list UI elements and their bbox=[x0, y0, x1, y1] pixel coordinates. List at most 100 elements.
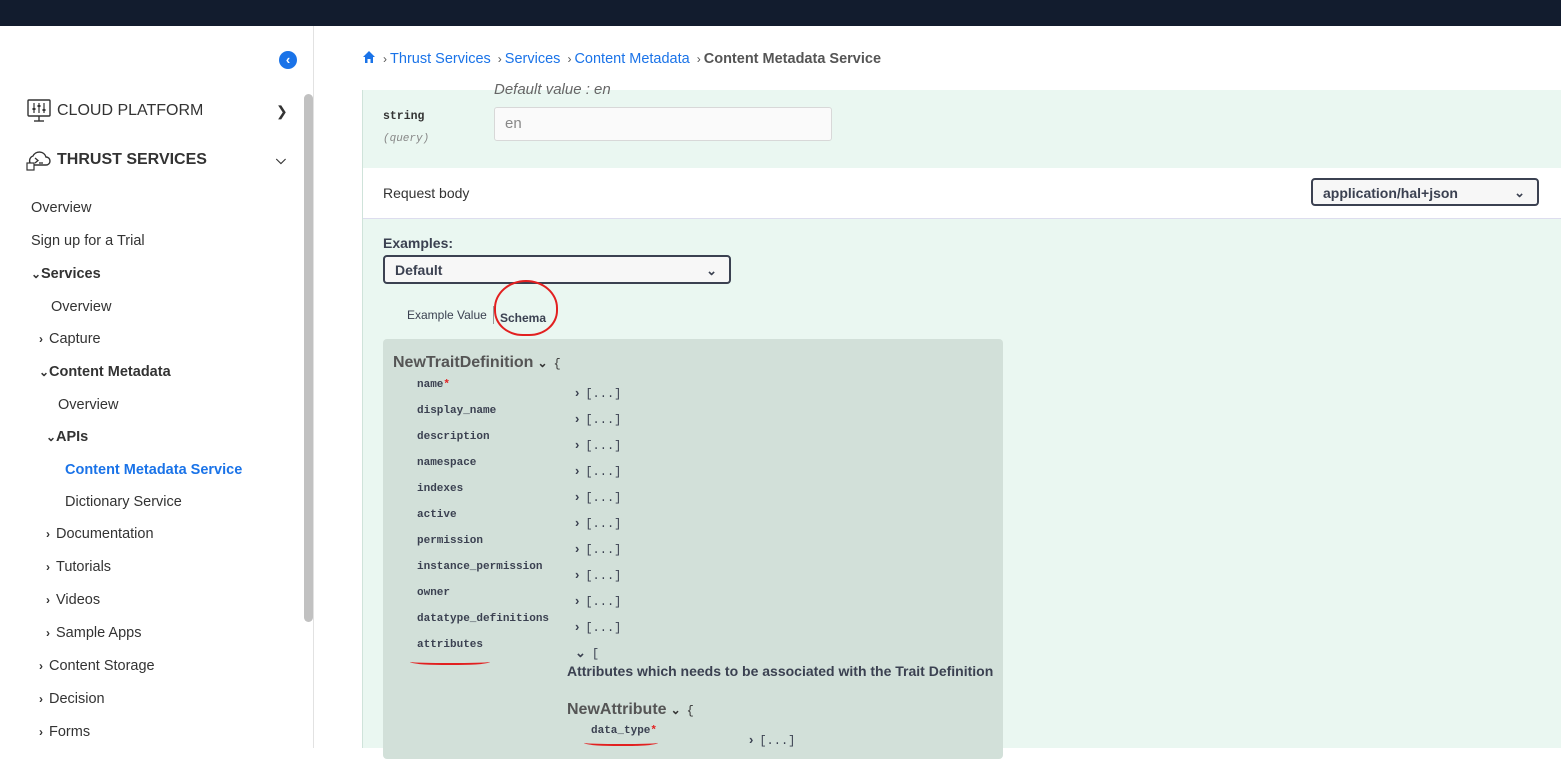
top-bar bbox=[0, 0, 1561, 26]
chevron-right-icon: › bbox=[46, 560, 50, 574]
sidebar-item-sample-apps[interactable]: › Sample Apps bbox=[46, 625, 141, 641]
breadcrumb-link[interactable]: Services bbox=[505, 51, 561, 67]
prop-name: instance_permission bbox=[417, 561, 543, 573]
tab-example-value[interactable]: Example Value bbox=[407, 308, 487, 322]
sidebar-item-cm-overview[interactable]: Overview bbox=[58, 397, 118, 413]
chevron-right-icon: › bbox=[39, 692, 43, 706]
chevron-right-icon: › bbox=[46, 527, 50, 541]
param-input[interactable]: en bbox=[494, 107, 832, 141]
prop-name: attributes bbox=[417, 639, 484, 651]
chevron-right-icon: › bbox=[575, 593, 580, 608]
chevron-right-icon: › bbox=[39, 332, 43, 346]
chevron-right-icon: › bbox=[39, 725, 43, 739]
breadcrumb-link[interactable]: Content Metadata bbox=[574, 51, 689, 67]
prop-name: active bbox=[417, 509, 457, 521]
sidebar-item-services-overview[interactable]: Overview bbox=[51, 299, 111, 315]
sidebar-item-content-storage[interactable]: › Content Storage bbox=[39, 658, 155, 674]
chevron-down-icon: ⌵ bbox=[276, 152, 286, 167]
request-body-label: Request body bbox=[383, 185, 470, 201]
prop-name: display_name bbox=[417, 405, 497, 417]
sub-prop-value[interactable]: › [...] bbox=[749, 732, 795, 748]
chevron-right-icon: › bbox=[575, 437, 580, 452]
chevron-right-icon: › bbox=[575, 619, 580, 634]
open-brace: { bbox=[553, 357, 561, 371]
schema-model-box: NewTraitDefinition ⌄ { name* › [...] displa… bbox=[383, 339, 1003, 759]
sidebar-item-videos[interactable]: › Videos bbox=[46, 592, 100, 608]
sidebar-section-label: CLOUD PLATFORM bbox=[57, 102, 204, 119]
sidebar-item-overview[interactable]: Overview bbox=[31, 200, 91, 216]
prop-name: namespace bbox=[417, 457, 477, 469]
chevron-down-icon: ⌄ bbox=[1514, 185, 1525, 200]
model-name: NewTraitDefinition bbox=[393, 354, 534, 371]
chevron-right-icon: › bbox=[575, 385, 580, 400]
sidebar-item-label: Services bbox=[41, 266, 101, 282]
chevron-right-icon: › bbox=[575, 567, 580, 582]
prop-value[interactable]: › [...] bbox=[575, 541, 621, 557]
breadcrumb: › Thrust Services › Services › Content Meta… bbox=[362, 50, 881, 67]
sidebar-item-apis[interactable]: ⌄APIs bbox=[46, 429, 88, 445]
sidebar-item-tutorials[interactable]: › Tutorials bbox=[46, 559, 111, 575]
sidebar-item-documentation[interactable]: › Documentation bbox=[46, 526, 154, 542]
sidebar-item-label: Tutorials bbox=[56, 559, 112, 575]
examples-select[interactable]: Default ⌄ bbox=[383, 255, 731, 284]
sidebar-item-content-metadata-service[interactable]: Content Metadata Service bbox=[65, 462, 242, 478]
chevron-right-icon: › bbox=[575, 541, 580, 556]
content-type-select[interactable]: application/hal+json ⌄ bbox=[1311, 178, 1539, 206]
attributes-description: Attributes which needs to be associated … bbox=[567, 663, 994, 679]
sidebar-item-services[interactable]: ⌄Services bbox=[31, 266, 101, 282]
prop-name: indexes bbox=[417, 483, 464, 495]
chevron-down-icon: ⌄ bbox=[31, 267, 42, 281]
prop-value[interactable]: › [...] bbox=[575, 515, 621, 531]
sub-model-title[interactable]: NewAttribute ⌄ { bbox=[567, 701, 694, 719]
operation-panel: string (query) Default value : en en Req… bbox=[362, 81, 1561, 759]
sidebar-item-label: Sample Apps bbox=[56, 625, 142, 641]
sidebar-section-cloud-platform[interactable]: CLOUD PLATFORM ❯ bbox=[26, 99, 288, 123]
breadcrumb-current: Content Metadata Service bbox=[703, 51, 882, 67]
sidebar-item-label: Content Metadata bbox=[49, 364, 171, 380]
collapse-sidebar-button[interactable]: ‹ bbox=[279, 51, 297, 69]
home-icon[interactable] bbox=[362, 50, 376, 64]
chevron-down-icon: ⌄ bbox=[46, 430, 57, 444]
prop-value[interactable]: › [...] bbox=[575, 437, 621, 453]
sidebar-item-label: Videos bbox=[56, 592, 101, 608]
sidebar-item-forms[interactable]: › Forms bbox=[39, 724, 90, 740]
sidebar-section-thrust-services[interactable]: THRUST SERVICES ⌵ bbox=[26, 148, 286, 172]
prop-value[interactable]: › [...] bbox=[575, 567, 621, 583]
prop-value[interactable]: › [...] bbox=[575, 385, 621, 401]
prop-name: name* bbox=[417, 379, 451, 391]
prop-value[interactable]: › [...] bbox=[575, 489, 621, 505]
sidebar-section-label: THRUST SERVICES bbox=[57, 151, 207, 168]
chevron-right-icon: › bbox=[575, 489, 580, 504]
prop-name: permission bbox=[417, 535, 484, 547]
red-underline-annotation bbox=[410, 657, 490, 665]
prop-name: owner bbox=[417, 587, 451, 599]
prop-value[interactable]: › [...] bbox=[575, 463, 621, 479]
prop-value[interactable]: › [...] bbox=[575, 593, 621, 609]
chevron-down-icon: ⌄ bbox=[706, 263, 717, 278]
prop-value-expanded[interactable]: ⌄[ bbox=[575, 645, 599, 661]
sidebar-item-label: Documentation bbox=[56, 526, 154, 542]
content-type-value: application/hal+json bbox=[1323, 185, 1458, 201]
request-body-header: Request body application/hal+json ⌄ bbox=[363, 168, 1561, 219]
breadcrumb-link[interactable]: Thrust Services bbox=[390, 51, 491, 67]
examples-label: Examples: bbox=[383, 235, 454, 251]
sidebar-item-label: APIs bbox=[56, 429, 89, 445]
monitor-sliders-icon bbox=[27, 99, 51, 122]
chevron-right-icon: › bbox=[39, 659, 43, 673]
red-underline-annotation bbox=[584, 738, 658, 746]
sidebar-item-trial[interactable]: Sign up for a Trial bbox=[31, 233, 145, 249]
open-brace: { bbox=[686, 704, 694, 718]
sidebar-item-capture[interactable]: › Capture bbox=[39, 331, 101, 347]
sub-prop-name: data_type* bbox=[591, 725, 658, 737]
param-type: string bbox=[383, 110, 425, 123]
sidebar-item-decision[interactable]: › Decision bbox=[39, 691, 105, 707]
sidebar-item-content-metadata[interactable]: ⌄Content Metadata bbox=[39, 364, 171, 380]
sidebar-item-dictionary-service[interactable]: Dictionary Service bbox=[65, 494, 182, 510]
sidebar-scrollbar[interactable] bbox=[304, 94, 313, 622]
prop-value[interactable]: › [...] bbox=[575, 619, 621, 635]
red-circle-annotation bbox=[494, 280, 558, 336]
prop-value[interactable]: › [...] bbox=[575, 411, 621, 427]
model-title[interactable]: NewTraitDefinition ⌄ { bbox=[393, 354, 561, 372]
chevron-down-icon: ⌄ bbox=[537, 356, 548, 370]
param-location: (query) bbox=[383, 133, 430, 145]
